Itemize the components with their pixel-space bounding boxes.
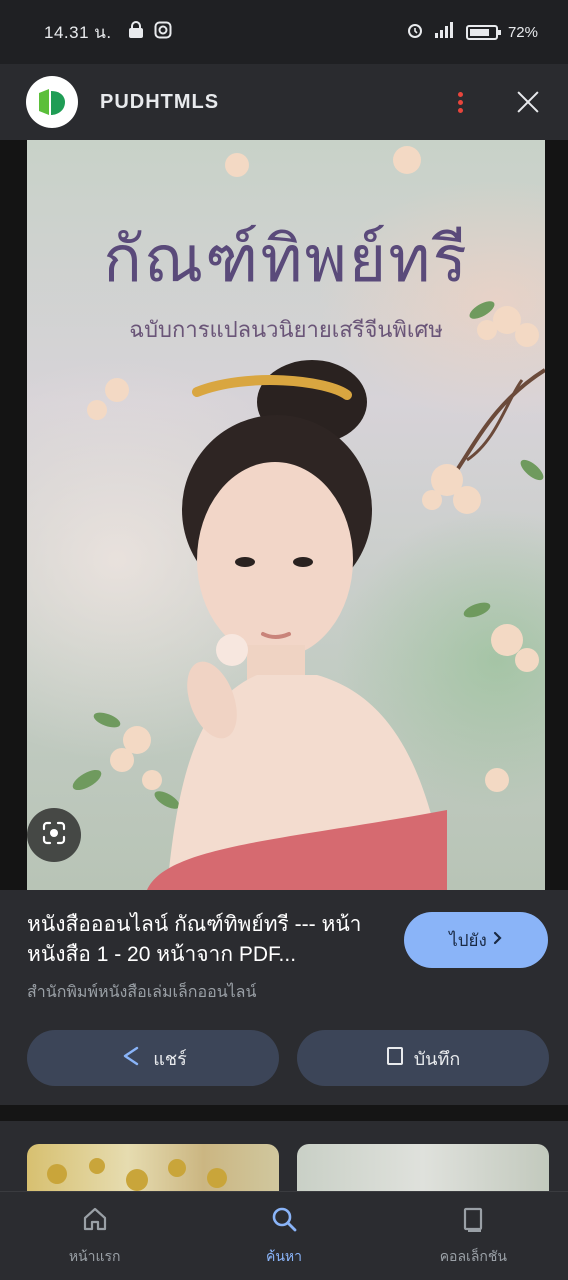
status-time: 14.31 น.	[44, 22, 112, 42]
nav-collections-label: คอลเล็กชัน	[439, 1247, 507, 1264]
nav-collections[interactable]: คอลเล็กชัน	[379, 1192, 568, 1280]
nav-home-label: หน้าแรก	[68, 1247, 121, 1264]
close-icon[interactable]	[514, 88, 542, 116]
book-cover-image[interactable]: กัณฑ์ทิพย์ทรี ฉบับการแปลนวนิยายเสรีจีนพิ…	[27, 140, 545, 890]
related-images	[0, 1121, 568, 1204]
collections-icon	[459, 1205, 487, 1238]
battery-percent: 72%	[507, 23, 538, 41]
cover-subtitle: ฉบับการแปลนวนิยายเสรีจีนพิเศษ	[129, 318, 443, 343]
lens-icon	[41, 820, 67, 851]
more-options-icon[interactable]	[450, 91, 470, 113]
nav-search-label: ค้นหา	[265, 1247, 302, 1264]
bottom-navigation: หน้าแรก ค้นหา คอลเล็กชัน	[0, 1191, 568, 1280]
save-button[interactable]: บันทึก	[297, 1030, 549, 1086]
search-icon	[270, 1205, 298, 1238]
signal-icon	[434, 21, 456, 43]
nav-home[interactable]: หน้าแรก	[0, 1192, 189, 1280]
lens-button[interactable]	[27, 808, 81, 862]
visit-button[interactable]: ไปยัง	[404, 912, 548, 968]
chevron-right-icon	[493, 930, 503, 950]
image-viewer: กัณฑ์ทิพย์ทรี ฉบับการแปลนวนิยายเสรีจีนพิ…	[0, 140, 568, 890]
battery-icon	[465, 24, 501, 40]
lock-icon	[128, 20, 144, 44]
visit-label: ไปยัง	[449, 930, 487, 950]
app-logo-icon	[26, 76, 78, 128]
result-title[interactable]: หนังสือออนไลน์ กัณฑ์ทิพย์ทรี --- หน้าหนั…	[27, 910, 387, 970]
save-label: บันทึก	[413, 1048, 461, 1069]
home-icon	[81, 1205, 109, 1238]
instagram-icon	[154, 21, 172, 44]
share-icon	[119, 1044, 143, 1073]
alarm-icon	[406, 21, 424, 43]
share-button[interactable]: แชร์	[27, 1030, 279, 1086]
bookmark-icon	[386, 1046, 404, 1071]
divider	[0, 1105, 568, 1121]
app-title: PUDHTMLS	[100, 90, 220, 113]
app-header: PUDHTMLS	[0, 64, 568, 140]
result-info-panel: หนังสือออนไลน์ กัณฑ์ทิพย์ทรี --- หน้าหนั…	[0, 890, 568, 1105]
status-bar: 14.31 น. 72%	[0, 0, 568, 64]
share-label: แชร์	[153, 1048, 187, 1069]
nav-search[interactable]: ค้นหา	[189, 1192, 378, 1280]
result-source: สำนักพิมพ์หนังสือเล่มเล็กออนไลน์	[27, 984, 257, 1001]
cover-title: กัณฑ์ทิพย์ทรี	[103, 223, 469, 297]
